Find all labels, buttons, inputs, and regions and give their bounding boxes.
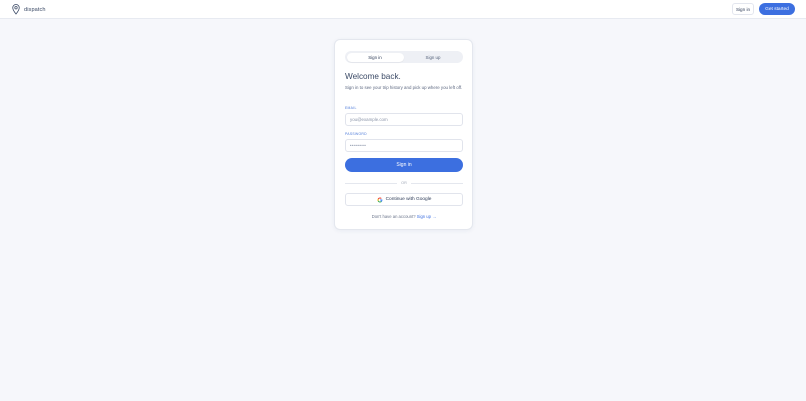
divider-or: OR xyxy=(401,181,407,185)
header-signin-button[interactable]: Sign in xyxy=(732,3,754,15)
divider-left xyxy=(345,183,397,184)
map-pin-icon xyxy=(12,4,20,15)
google-icon xyxy=(377,197,386,203)
top-navbar: dispatch Sign in Get started xyxy=(0,0,806,19)
signup-link[interactable]: Sign up → xyxy=(417,214,437,219)
email-field[interactable]: you@example.com xyxy=(345,113,463,126)
brand-name: dispatch xyxy=(24,6,46,13)
google-button-label: Continue with Google xyxy=(385,197,432,202)
page-title: Welcome back. xyxy=(345,72,401,81)
divider-right xyxy=(411,183,463,184)
auth-tabs: Sign in Sign up xyxy=(345,51,463,63)
password-field[interactable]: •••••••• xyxy=(345,139,463,152)
brand-logo[interactable]: dispatch xyxy=(12,4,46,15)
password-label: PASSWORD xyxy=(345,132,367,136)
get-started-button[interactable]: Get started xyxy=(759,3,795,15)
signin-card: Sign in Sign up Welcome back. Sign in to… xyxy=(334,39,473,230)
tab-sign-up[interactable]: Sign up xyxy=(405,53,462,62)
tab-sign-in[interactable]: Sign in xyxy=(346,52,404,62)
google-signin-button[interactable]: Continue with Google xyxy=(345,193,463,206)
email-label: EMAIL xyxy=(345,106,357,110)
page-subtitle: Sign in to see your trip history and pic… xyxy=(345,85,463,90)
signup-prompt-text: Don't have an account? xyxy=(371,214,416,219)
signup-prompt: Don't have an account? Sign up → xyxy=(345,214,463,219)
sign-in-button[interactable]: Sign in xyxy=(345,158,463,172)
